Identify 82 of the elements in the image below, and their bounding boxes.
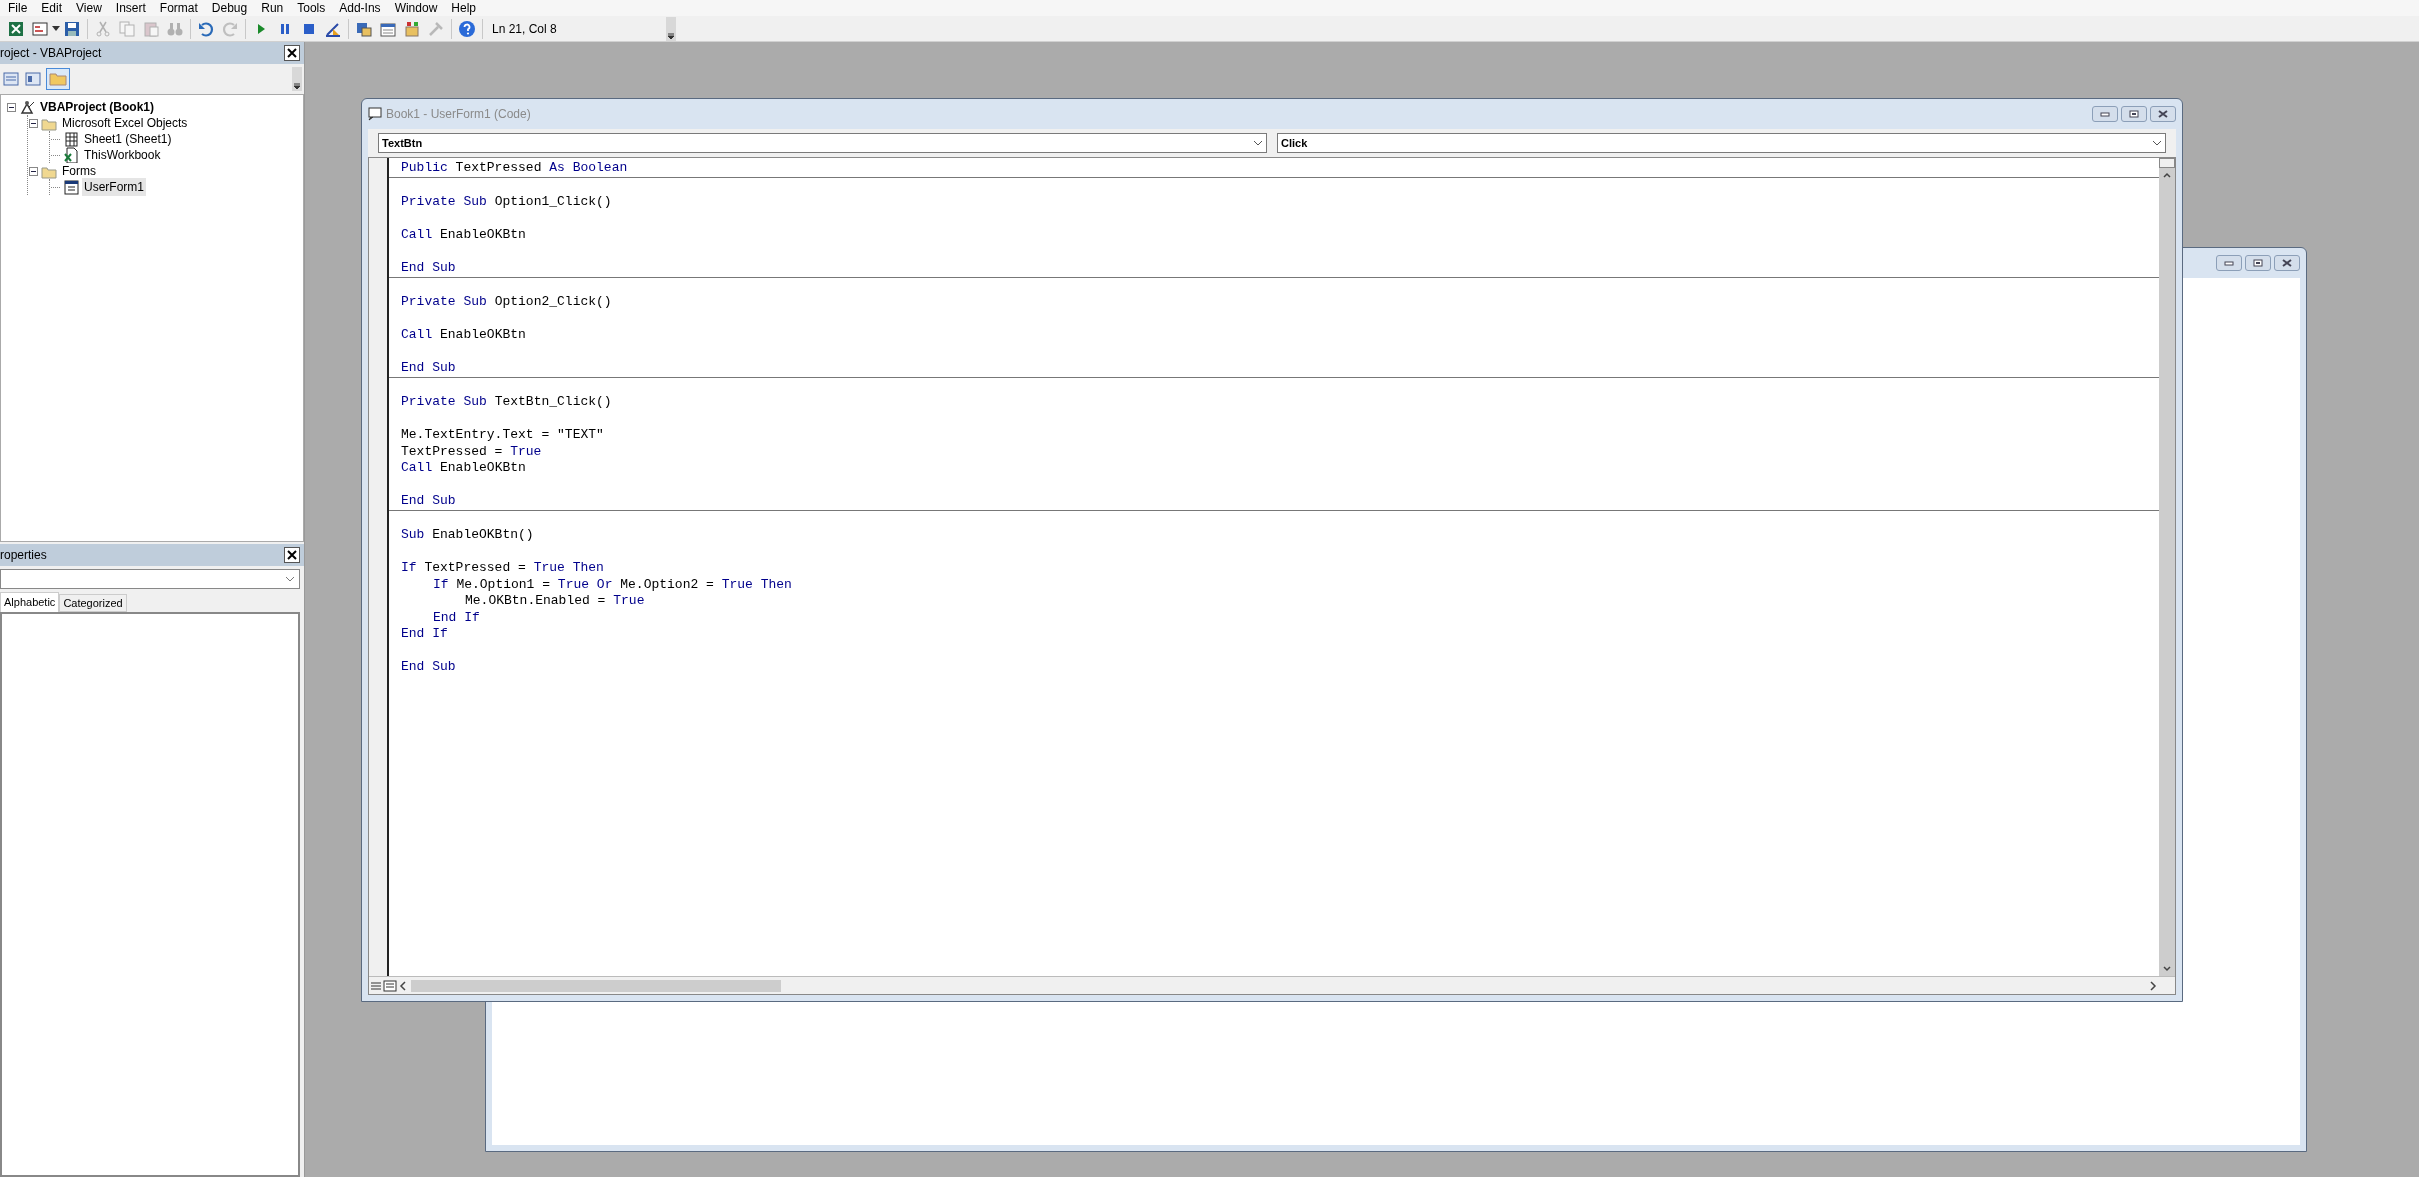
code-window-icon	[368, 107, 382, 121]
object-dropdown[interactable]: TextBtn	[378, 133, 1267, 153]
code-line: End Sub	[401, 659, 456, 676]
code-line: End Sub	[401, 493, 456, 510]
menu-item[interactable]: Insert	[115, 0, 146, 16]
minimize-icon	[2224, 260, 2234, 266]
chevron-down-icon	[285, 576, 295, 582]
menu-item[interactable]: Format	[159, 0, 198, 16]
toolbar-options-icon[interactable]	[666, 16, 676, 41]
minimize-button[interactable]	[2216, 255, 2242, 271]
object-dropdown[interactable]	[0, 569, 300, 589]
workbook-icon	[63, 147, 79, 163]
close-button[interactable]	[2274, 255, 2300, 271]
panel-title: roperties	[0, 547, 47, 564]
code-line: Call EnableOKBtn	[401, 460, 526, 477]
code-line: Call EnableOKBtn	[401, 227, 526, 244]
vertical-scrollbar[interactable]	[2159, 158, 2175, 976]
code-line: Me.TextEntry.Text = "TEXT"	[401, 427, 604, 444]
toolbar-options-icon[interactable]	[292, 67, 302, 91]
code-line: Call EnableOKBtn	[401, 327, 526, 344]
scroll-left-icon[interactable]	[397, 979, 409, 992]
code-line: Private Sub TextBtn_Click()	[401, 394, 612, 411]
code-line: If TextPressed = True Then	[401, 560, 604, 577]
tab[interactable]: Alphabetic	[0, 592, 60, 612]
procedure-view-icon[interactable]	[369, 979, 383, 992]
restore-button[interactable]	[2121, 106, 2147, 122]
userform-icon	[63, 179, 79, 195]
panel-title: roject - VBAProject	[0, 45, 102, 62]
chevron-down-icon	[1253, 140, 1263, 146]
code-line: End Sub	[401, 260, 456, 277]
vba-project-icon	[19, 99, 35, 115]
close-button[interactable]	[284, 45, 300, 61]
menu-item[interactable]: Window	[394, 0, 438, 16]
code-line: End Sub	[401, 360, 456, 377]
collapse-toggle[interactable]	[29, 118, 38, 128]
tree-item[interactable]: ThisWorkbook	[82, 146, 163, 164]
minimize-icon	[2100, 111, 2110, 117]
restore-icon	[2129, 110, 2139, 118]
close-button[interactable]	[284, 547, 300, 563]
tab[interactable]: Categorized	[59, 594, 127, 612]
menu-item[interactable]: View	[76, 0, 102, 16]
view-object-icon[interactable]	[24, 70, 42, 88]
cursor-position: Ln 21, Col 8	[491, 20, 558, 38]
collapse-toggle[interactable]	[7, 102, 16, 112]
toggle-folders-button[interactable]	[46, 68, 70, 90]
menu-item[interactable]: File	[8, 0, 28, 16]
split-handle[interactable]	[2159, 158, 2175, 168]
code-line: Sub EnableOKBtn()	[401, 527, 534, 544]
code-line: TextPressed = True	[401, 443, 542, 460]
tree-item[interactable]: Sheet1 (Sheet1)	[82, 130, 174, 148]
menu-item[interactable]: Run	[261, 0, 284, 16]
close-button[interactable]	[2150, 106, 2176, 122]
horizontal-scrollbar[interactable]	[397, 977, 2159, 994]
window-title: Book1 - UserForm1 (Code)	[386, 106, 531, 123]
menu-item[interactable]: Help	[451, 0, 476, 16]
menu-item[interactable]: Edit	[41, 0, 63, 16]
code-line: End If	[401, 626, 448, 643]
tree-item[interactable]: VBAProject (Book1)	[38, 98, 157, 116]
table-icon	[63, 131, 79, 147]
code-line: Private Sub Option1_Click()	[401, 194, 612, 211]
code-line: End If	[433, 609, 480, 626]
scroll-right-icon[interactable]	[2147, 979, 2159, 992]
close-icon	[2282, 259, 2292, 267]
caret-icon[interactable]	[52, 25, 60, 32]
menu-item[interactable]: Tools	[297, 0, 326, 16]
menu-item[interactable]: Debug	[211, 0, 248, 16]
tree-item[interactable]: Microsoft Excel Objects	[60, 114, 190, 132]
restore-icon	[2253, 259, 2263, 267]
tree-item[interactable]: Forms	[60, 162, 98, 180]
module-view-icon[interactable]	[383, 979, 397, 992]
menu-item[interactable]: Add-Ins	[339, 0, 381, 16]
procedure-dropdown[interactable]: Click	[1277, 133, 2166, 153]
collapse-toggle[interactable]	[29, 166, 38, 176]
code-line: If Me.Option1 = True Or Me.Option2 = True Then	[433, 576, 792, 593]
tree-item[interactable]: UserForm1	[82, 178, 146, 196]
chevron-down-icon	[2152, 140, 2162, 146]
code-line: Public TextPressed As Boolean	[401, 160, 628, 177]
close-icon	[2158, 110, 2168, 118]
restore-button[interactable]	[2245, 255, 2271, 271]
code-line: Me.OKBtn.Enabled = True	[465, 593, 645, 610]
code-line: Private Sub Option2_Click()	[401, 294, 612, 311]
minimize-button[interactable]	[2092, 106, 2118, 122]
